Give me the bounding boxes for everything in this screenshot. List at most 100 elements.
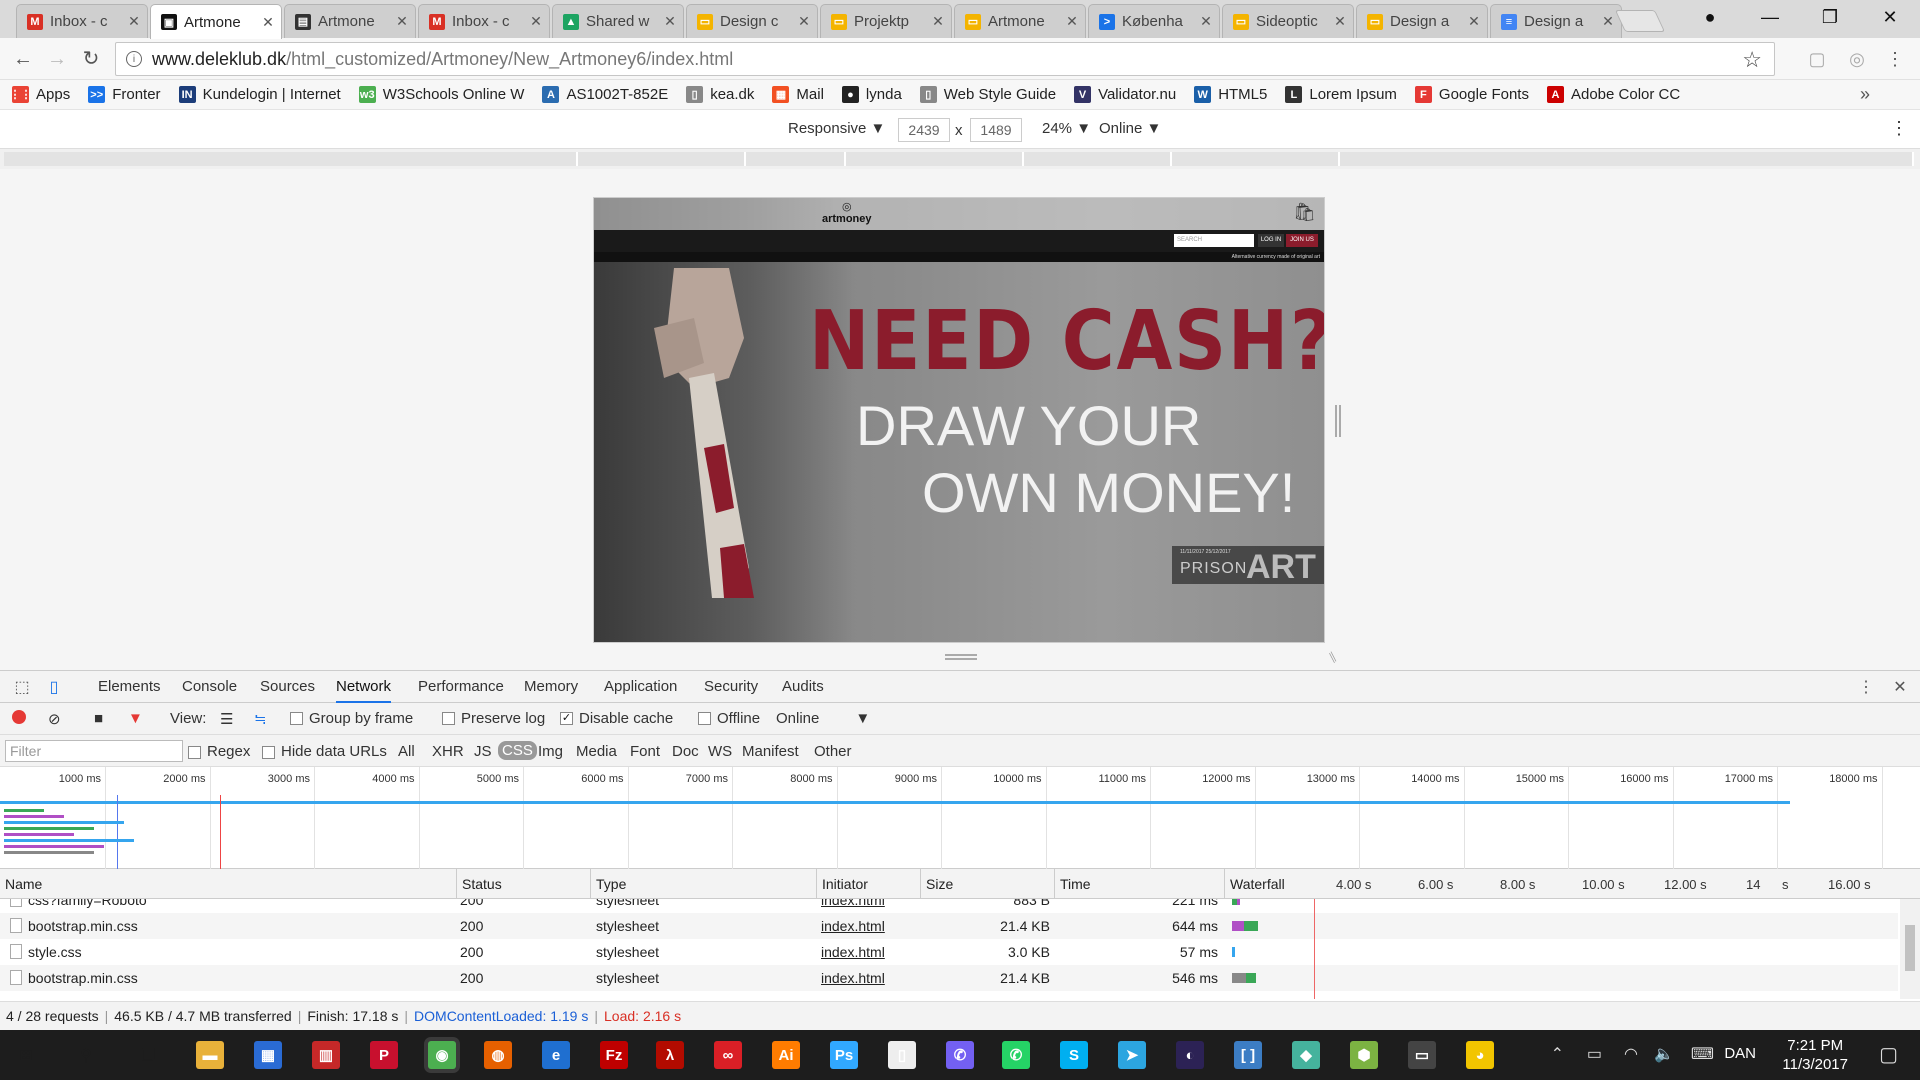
row-name[interactable]: css?family=Roboto: [28, 899, 147, 913]
prison-art-badge[interactable]: 11/11/2017 25/12/2017 PRISON ART: [1172, 546, 1324, 586]
row-name[interactable]: style.css: [28, 939, 82, 965]
photoshop-icon[interactable]: Ps: [830, 1041, 858, 1069]
brackets-icon[interactable]: [ ]: [1234, 1041, 1262, 1069]
filter-type-regex[interactable]: Regex: [188, 743, 250, 760]
devtools-tab-console[interactable]: Console: [182, 671, 237, 703]
whatsapp-icon[interactable]: ✆: [1002, 1041, 1030, 1069]
device-height-input[interactable]: 1489: [970, 118, 1022, 142]
devtools-tab-network[interactable]: Network: [336, 671, 392, 703]
row-name[interactable]: bootstrap.min.css: [28, 965, 138, 991]
devtools-tab-performance[interactable]: Performance: [418, 671, 504, 703]
terminal-icon[interactable]: ▭: [1408, 1041, 1436, 1069]
new-tab-button[interactable]: [1614, 10, 1666, 32]
group-by-frame-checkbox[interactable]: Group by frame: [290, 710, 413, 727]
row-initiator[interactable]: index.html: [821, 965, 885, 991]
store-icon[interactable]: ▦: [254, 1041, 282, 1069]
throttling-select[interactable]: Online ▼: [776, 710, 870, 727]
chrome-icon[interactable]: ◉: [428, 1041, 456, 1069]
bookmark-item[interactable]: >> Fronter: [88, 86, 161, 103]
browser-tab[interactable]: M Inbox - c ✕: [16, 4, 148, 38]
creative-cloud-icon[interactable]: ∞: [714, 1041, 742, 1069]
device-toggle-icon[interactable]: ▯: [44, 677, 64, 697]
zoom-select[interactable]: 24% ▼: [1042, 120, 1091, 137]
media-query-segment[interactable]: [1340, 152, 1914, 166]
bookmark-item[interactable]: A Adobe Color CC: [1546, 86, 1680, 103]
row-initiator[interactable]: index.html: [821, 913, 885, 939]
filter-type-manifest[interactable]: Manifest: [742, 743, 799, 760]
device-width-input[interactable]: 2439: [898, 118, 950, 142]
tab-close-icon[interactable]: ✕: [1199, 13, 1213, 30]
preserve-log-checkbox[interactable]: Preserve log: [442, 710, 545, 727]
browser-tab[interactable]: ▭ Design c ✕: [686, 4, 818, 38]
viber-icon[interactable]: ✆: [946, 1041, 974, 1069]
bookmark-item[interactable]: w3 W3Schools Online W: [358, 86, 524, 103]
tab-close-icon[interactable]: ✕: [261, 14, 275, 31]
media-query-segment[interactable]: [1172, 152, 1340, 166]
browser-tab[interactable]: ▭ Projektp ✕: [820, 4, 952, 38]
media-query-segment[interactable]: [4, 152, 578, 166]
profile-icon[interactable]: ●: [1680, 0, 1740, 34]
media-query-segment[interactable]: [846, 152, 1024, 166]
tab-close-icon[interactable]: ✕: [931, 13, 945, 30]
address-bar[interactable]: i www.deleklub.dk/html_customized/Artmon…: [115, 42, 1775, 76]
list-view-icon[interactable]: ☰: [220, 710, 233, 728]
extension-icon[interactable]: ▢: [1806, 48, 1828, 70]
media-query-segment[interactable]: [1024, 152, 1172, 166]
file-explorer-icon[interactable]: ▬: [196, 1041, 224, 1069]
gitkraken-icon[interactable]: ◆: [1292, 1041, 1320, 1069]
bookmark-item[interactable]: V Validator.nu: [1074, 86, 1176, 103]
bookmarks-overflow-icon[interactable]: »: [1860, 84, 1870, 105]
row-initiator[interactable]: index.html: [821, 939, 885, 965]
bookmark-item[interactable]: ▯ Web Style Guide: [919, 86, 1056, 103]
bookmark-item[interactable]: ▦ Mail: [772, 86, 824, 103]
input-language[interactable]: DAN: [1724, 1045, 1756, 1062]
notifications-icon[interactable]: ▢: [1879, 1042, 1898, 1067]
bookmark-item[interactable]: F Google Fonts: [1414, 86, 1529, 103]
column-time[interactable]: Time: [1054, 869, 1224, 899]
filter-type-font[interactable]: Font: [630, 743, 660, 760]
filter-type-other[interactable]: Other: [814, 743, 852, 760]
bookmark-star-icon[interactable]: ☆: [1742, 47, 1762, 73]
devtools-tab-memory[interactable]: Memory: [524, 671, 578, 703]
bookmark-item[interactable]: IN Kundelogin | Internet: [178, 86, 341, 103]
filter-type-js[interactable]: JS: [474, 743, 492, 760]
capture-screenshots-icon[interactable]: ■: [94, 710, 103, 727]
keyboard-icon[interactable]: ⌨: [1691, 1044, 1714, 1064]
browser-tab[interactable]: ≡ Design a ✕: [1490, 4, 1622, 38]
table-row[interactable]: bootstrap.min.css 200 stylesheet index.html…: [0, 965, 1898, 991]
firefox-icon[interactable]: ◍: [484, 1041, 512, 1069]
search-icon[interactable]: ⚲: [70, 1039, 102, 1071]
skype-icon[interactable]: S: [1060, 1041, 1088, 1069]
filter-type-ws[interactable]: WS: [708, 743, 732, 760]
eclipse-icon[interactable]: ◐: [1176, 1041, 1204, 1069]
reader-icon[interactable]: ▥: [312, 1041, 340, 1069]
devtools-tab-sources[interactable]: Sources: [260, 671, 315, 703]
device-mode-select[interactable]: Responsive ▼: [788, 120, 885, 137]
waterfall-view-icon[interactable]: ≒: [254, 710, 267, 728]
bookmark-item[interactable]: ▯ kea.dk: [686, 86, 754, 103]
record-icon[interactable]: [12, 710, 26, 724]
inspect-element-icon[interactable]: ⬚: [12, 677, 32, 697]
devtools-tab-audits[interactable]: Audits: [782, 671, 824, 703]
clock[interactable]: 7:21 PM 11/3/2017: [1782, 1036, 1848, 1074]
row-name[interactable]: bootstrap.min.css: [28, 913, 138, 939]
tab-close-icon[interactable]: ✕: [1065, 13, 1079, 30]
blank-doc-icon[interactable]: ▯: [888, 1041, 916, 1069]
filter-type-xhr[interactable]: XHR: [432, 743, 464, 760]
site-join-button[interactable]: JOIN US: [1286, 234, 1318, 247]
filter-type-media[interactable]: Media: [576, 743, 617, 760]
devtools-tab-application[interactable]: Application: [604, 671, 677, 703]
device-more-icon[interactable]: ⋮: [1890, 118, 1908, 139]
bookmark-item[interactable]: A AS1002T-852E: [542, 86, 668, 103]
table-row[interactable]: style.css 200 stylesheet index.html 3.0 KB 57…: [0, 939, 1898, 965]
restore-icon[interactable]: ❐: [1800, 0, 1860, 34]
illustrator-icon[interactable]: Ai: [772, 1041, 800, 1069]
reload-icon[interactable]: ↻: [78, 47, 104, 71]
cart-icon[interactable]: 🛍: [1293, 202, 1316, 223]
info-icon[interactable]: i: [126, 51, 142, 67]
media-query-bar[interactable]: [0, 149, 1920, 169]
checkbox[interactable]: [262, 745, 275, 759]
checkbox[interactable]: [188, 745, 201, 759]
devtools-tab-security[interactable]: Security: [704, 671, 758, 703]
browser-tab[interactable]: M Inbox - c ✕: [418, 4, 550, 38]
